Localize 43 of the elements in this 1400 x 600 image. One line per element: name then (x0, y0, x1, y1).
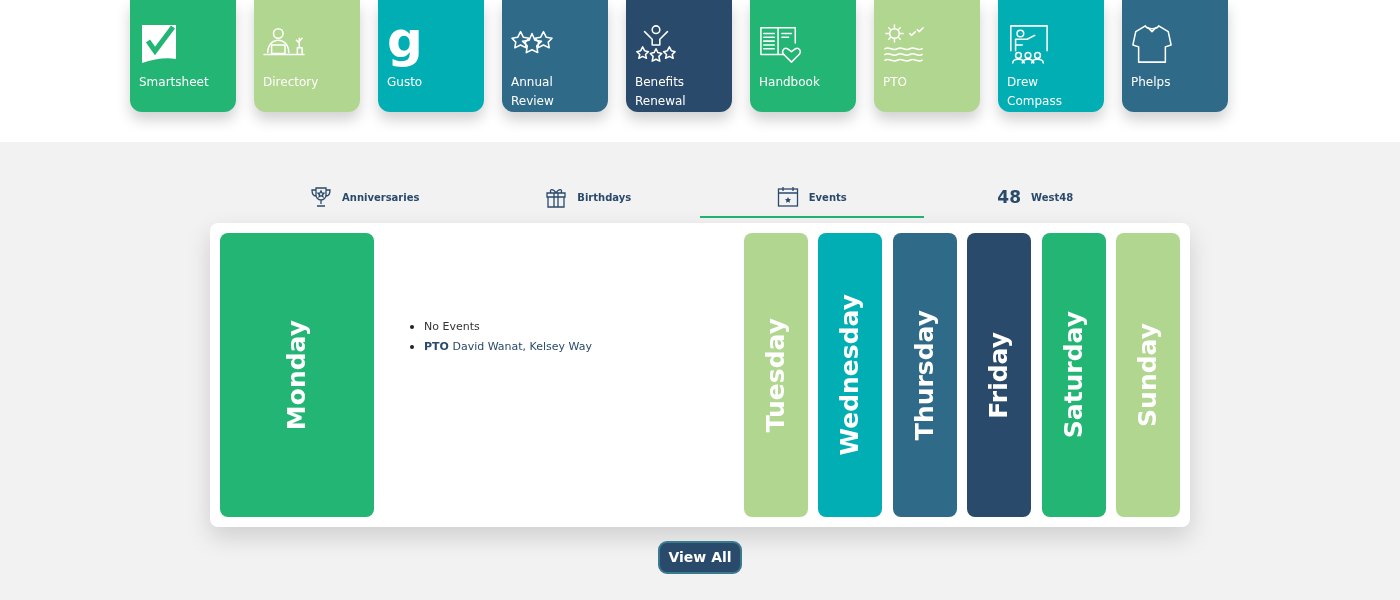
gift-icon (545, 186, 568, 208)
app-tile[interactable]: PTO (874, 0, 980, 112)
app-tile[interactable]: g Gusto (378, 0, 484, 112)
day-panel[interactable]: Thursday (892, 233, 957, 517)
app-tile[interactable]: Phelps (1122, 0, 1228, 112)
empty-message: No Events (424, 319, 480, 335)
app-label: Annual Review (511, 74, 555, 110)
app-tile[interactable]: Drew Compass (998, 0, 1104, 112)
tab[interactable]: Events (700, 182, 924, 218)
trophy-icon (310, 186, 333, 208)
day-panel[interactable]: Tuesday (743, 233, 808, 517)
day-panel[interactable]: Wednesday (818, 233, 882, 517)
app-tile[interactable]: Handbook (750, 0, 856, 112)
sun-waves-icon (883, 23, 925, 65)
app-label: Benefits Renewal (635, 74, 687, 110)
tab[interactable]: Anniversaries (253, 182, 477, 218)
shirt-icon (1131, 23, 1173, 65)
day-panel[interactable]: Sunday (1116, 233, 1180, 517)
app-label: Drew Compass (1007, 74, 1063, 110)
app-label: PTO (883, 74, 908, 91)
app-tile[interactable]: Smartsheet (130, 0, 236, 112)
logo-text: g (387, 10, 423, 71)
app-label: Handbook (759, 74, 821, 91)
tab[interactable]: 48 West48 (923, 182, 1147, 218)
day-panel[interactable]: Monday (220, 233, 374, 517)
calendar-icon (776, 186, 799, 208)
presenter-icon (1007, 23, 1049, 65)
number-icon: 48 (997, 188, 1022, 206)
app-tile[interactable]: Annual Review (502, 0, 608, 112)
bullet-icon (410, 345, 414, 349)
day-panel[interactable]: Saturday (1041, 233, 1106, 517)
tab[interactable]: Birthdays (476, 182, 700, 218)
person-stars-icon (635, 23, 677, 65)
app-label: Directory (263, 74, 320, 91)
bullet-icon (410, 325, 414, 329)
view-all-button[interactable]: View All (658, 541, 742, 574)
app-label: Smartsheet (139, 74, 210, 91)
app-label: Phelps (1131, 74, 1172, 91)
event-entry: PTO David Wanat, Kelsey Way (424, 339, 593, 355)
day-panel[interactable]: Friday (967, 233, 1031, 517)
app-label: Gusto (387, 74, 424, 91)
app-tile[interactable]: Directory (254, 0, 360, 112)
app-tile[interactable]: Benefits Renewal (626, 0, 732, 112)
